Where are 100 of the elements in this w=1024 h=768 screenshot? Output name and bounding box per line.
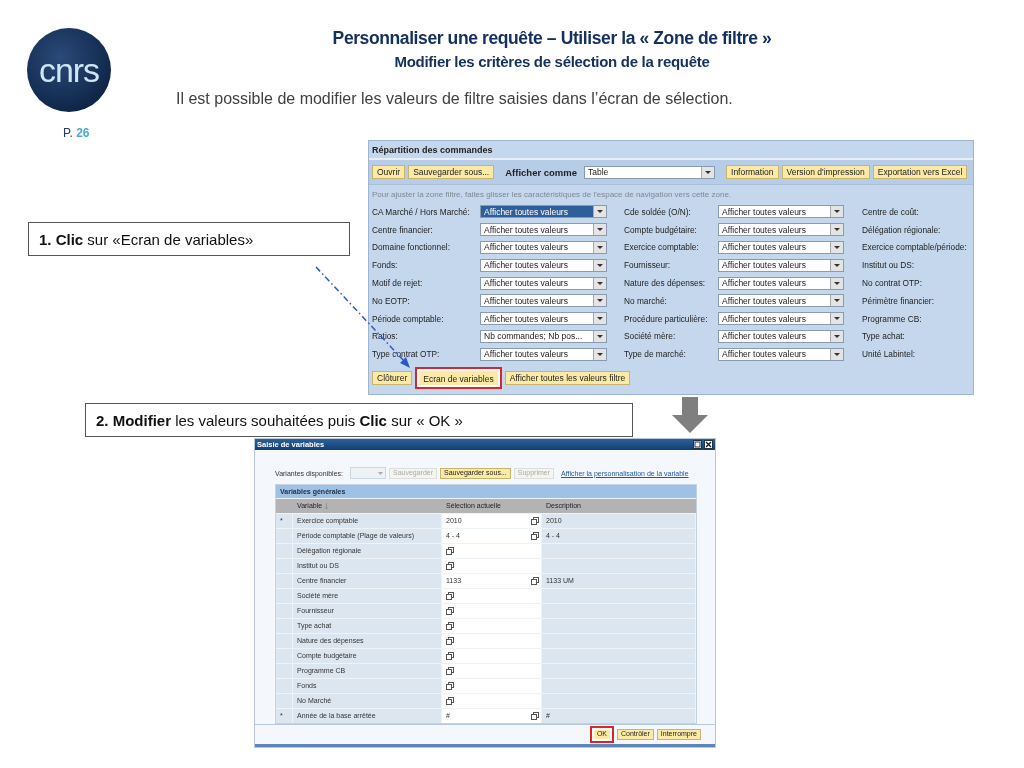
filter-label: Période comptable: — [372, 313, 445, 324]
filter-label: No EOTP: — [372, 295, 411, 306]
copy-icon[interactable] — [446, 696, 454, 705]
caret-icon — [593, 259, 606, 271]
caret-icon — [830, 330, 843, 342]
copy-icon[interactable] — [531, 531, 539, 540]
copy-icon[interactable] — [531, 576, 539, 585]
caret-icon — [593, 206, 606, 218]
filter-label: Fournisseur: — [624, 260, 672, 271]
filter-label: Centre de coût: — [862, 206, 919, 217]
maximize-icon[interactable] — [693, 439, 702, 449]
filter-dropdown[interactable]: Afficher toutes valeurs — [480, 205, 607, 219]
copy-icon[interactable] — [446, 666, 454, 675]
selection-field[interactable] — [442, 603, 542, 618]
filter-label: Procédure particulière: — [624, 313, 709, 324]
copy-icon[interactable] — [446, 636, 454, 645]
filter-dropdown[interactable]: Afficher toutes valeurs — [718, 329, 844, 343]
filter-label: Domaine fonctionnel: — [372, 242, 451, 253]
caret-icon — [593, 242, 606, 253]
filter-label: Société mère: — [624, 331, 677, 342]
caret-icon — [830, 277, 843, 289]
toolbar-button[interactable]: Ouvrir — [372, 165, 406, 179]
caret-icon — [830, 224, 843, 236]
filter-label: Nature des dépenses: — [624, 278, 707, 289]
filter-dropdown[interactable]: Afficher toutes valeurs — [718, 347, 844, 361]
selection-field[interactable] — [442, 543, 542, 558]
filter-label: Exercice comptable/période: — [862, 242, 967, 253]
caret-icon — [593, 277, 606, 289]
logo: cnrs — [27, 28, 111, 112]
filter-dropdown[interactable]: Afficher toutes valeurs — [480, 347, 607, 361]
copy-icon[interactable] — [446, 681, 454, 690]
filter-label: No marché: — [624, 295, 668, 306]
selection-field[interactable] — [442, 693, 542, 708]
caret-icon — [830, 295, 843, 307]
filter-dropdown[interactable]: Afficher toutes valeurs — [718, 294, 844, 308]
copy-icon[interactable] — [446, 606, 454, 615]
filter-label: Unité Labintel: — [862, 349, 916, 360]
filter-label: Centre financier: — [372, 224, 434, 235]
filter-label: Type contrat OTP: — [372, 349, 441, 360]
toolbar-label: Afficher comme — [505, 166, 578, 178]
selection-field[interactable] — [442, 618, 542, 633]
filter-dropdown[interactable]: Afficher toutes valeurs — [718, 276, 844, 290]
filter-dropdown[interactable]: Afficher toutes valeurs — [480, 258, 607, 272]
filter-dropdown[interactable]: Nb commandes; Nb pos... — [480, 329, 607, 343]
caret-icon — [830, 206, 843, 218]
view-dropdown[interactable]: Table — [584, 165, 716, 179]
caret-icon — [593, 330, 606, 342]
hint-text: Pour ajuster la zone filtre, faites glisser les caractéristiques de l'espace de navigation vers cette zone. — [371, 188, 733, 201]
filter-label: Type achat: — [862, 331, 905, 342]
slide-title: Personnaliser une requête – Utiliser la « Zone de filtre » — [331, 28, 773, 49]
caret-icon — [830, 259, 843, 271]
filter-label: Délégation régionale: — [862, 224, 941, 235]
filter-dropdown[interactable]: Afficher toutes valeurs — [718, 312, 844, 326]
filter-label: Ratios: — [372, 331, 399, 342]
filter-dropdown[interactable]: Afficher toutes valeurs — [480, 241, 607, 254]
filter-dropdown[interactable]: Afficher toutes valeurs — [480, 223, 607, 237]
filter-dropdown[interactable]: Afficher toutes valeurs — [718, 258, 844, 272]
action-button[interactable]: Afficher toutes les valeurs filtre — [504, 371, 631, 386]
toolbar-button[interactable]: Sauvegarder sous... — [408, 165, 495, 179]
filter-label: Type de marché: — [624, 349, 687, 360]
copy-icon[interactable] — [531, 711, 539, 720]
action-button[interactable]: Clôturer — [372, 371, 413, 386]
caret-icon — [593, 348, 606, 360]
filter-dropdown[interactable]: Afficher toutes valeurs — [480, 276, 607, 290]
selection-field[interactable] — [442, 558, 542, 573]
filter-dropdown[interactable]: Afficher toutes valeurs — [718, 241, 844, 254]
step-callout: 2. Modifier les valeurs souhaitées puis Clic sur « OK » — [85, 403, 633, 437]
filter-dropdown[interactable]: Afficher toutes valeurs — [718, 223, 844, 237]
close-icon[interactable] — [704, 439, 713, 449]
down-arrow-icon — [672, 397, 708, 433]
caret-icon — [593, 224, 606, 236]
selection-field[interactable] — [442, 663, 542, 678]
action-button[interactable]: Ecran de variables — [415, 367, 502, 390]
filter-dropdown[interactable]: Afficher toutes valeurs — [480, 312, 607, 326]
filter-dropdown[interactable]: Afficher toutes valeurs — [718, 205, 844, 219]
caret-icon — [830, 313, 843, 325]
copy-icon[interactable] — [446, 546, 454, 555]
filter-label: Institut ou DS: — [862, 260, 915, 271]
copy-icon[interactable] — [446, 621, 454, 630]
toolbar-button[interactable]: Version d'impression — [781, 165, 870, 179]
selection-field[interactable] — [442, 588, 542, 603]
caret-icon — [830, 348, 843, 360]
copy-icon[interactable] — [446, 561, 454, 570]
filter-label: CA Marché / Hors Marché: — [372, 206, 471, 217]
filter-label: Fonds: — [372, 260, 399, 271]
caret-icon — [701, 166, 715, 178]
toolbar-button[interactable]: Exportation vers Excel — [872, 165, 968, 179]
copy-icon[interactable] — [531, 516, 539, 525]
copy-icon[interactable] — [446, 651, 454, 660]
selection-field[interactable] — [442, 678, 542, 693]
selection-field[interactable] — [442, 633, 542, 648]
filter-label: Motif de rejet: — [372, 278, 424, 289]
selection-field[interactable] — [442, 648, 542, 663]
filter-label: Périmètre financier: — [862, 295, 934, 306]
page-number: P. 26 — [63, 126, 90, 140]
filter-dropdown[interactable]: Afficher toutes valeurs — [480, 294, 607, 308]
filter-label: Compte budgétaire: — [624, 224, 698, 235]
toolbar-button[interactable]: Information — [726, 165, 779, 179]
column-header — [276, 498, 293, 513]
copy-icon[interactable] — [446, 591, 454, 600]
